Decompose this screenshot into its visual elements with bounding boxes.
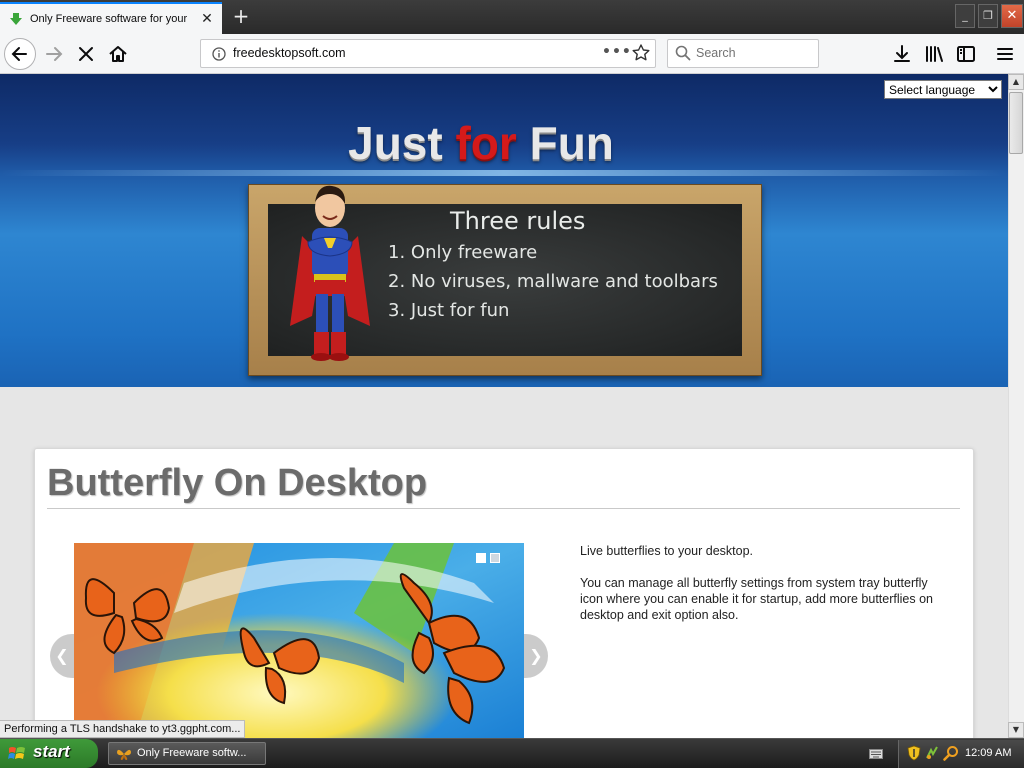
start-label[interactable]: start [33, 742, 70, 762]
stop-loading-icon[interactable] [74, 42, 98, 66]
slider-dot[interactable] [490, 553, 500, 563]
network-icon[interactable] [925, 745, 939, 761]
forward-arrow-icon[interactable] [42, 42, 66, 66]
status-text: Performing a TLS handshake to yt3.ggpht.… [0, 720, 246, 738]
browser-tab[interactable]: Only Freeware software for your PC ✕ [0, 2, 222, 34]
rules-title: Three rules [450, 207, 586, 235]
library-icon[interactable] [923, 43, 945, 65]
tray-search-icon[interactable] [943, 745, 959, 761]
post-description-intro: Live butterflies to your desktop. [580, 544, 754, 558]
hero-title-fun: Fun [516, 117, 614, 169]
back-button[interactable] [4, 38, 36, 70]
hero-title-for: for [455, 117, 517, 169]
search-input[interactable] [696, 44, 811, 62]
page-actions-icon[interactable]: ••• [602, 44, 631, 62]
butterfly-slider-image[interactable] [74, 543, 524, 738]
post-description-body: You can manage all butterfly settings fr… [580, 576, 933, 622]
new-tab-button[interactable]: + [230, 6, 252, 28]
window-restore-button[interactable]: ❐ [978, 4, 998, 28]
butterfly-app-icon [117, 749, 131, 760]
windows-logo-icon [8, 747, 25, 759]
title-divider [47, 508, 960, 509]
scroll-up-button[interactable]: ▲ [1008, 74, 1024, 90]
back-arrow-icon [11, 47, 27, 61]
download-arrow-favicon-icon [10, 13, 22, 25]
rule-item: 3. Just for fun [388, 300, 510, 321]
sidebar-toggle-icon[interactable] [955, 43, 977, 65]
rule-item: 1. Only freeware [388, 242, 538, 263]
vertical-scrollbar[interactable] [1008, 74, 1024, 738]
language-select[interactable]: Select language [884, 80, 1002, 99]
post-title[interactable]: Butterfly On Desktop [47, 462, 427, 505]
taskbar-window-label[interactable]: Only Freeware softw... [137, 747, 246, 759]
taskbar-clock[interactable]: 12:09 AM [965, 747, 1011, 759]
superhero-mascot-icon [290, 185, 370, 361]
page-content: Select language Just for Fun Three rules… [0, 74, 1008, 738]
site-info-icon[interactable] [212, 47, 226, 61]
home-icon[interactable] [106, 42, 130, 66]
hero-glow-line [0, 170, 1008, 176]
url-text[interactable]: freedesktopsoft.com [233, 46, 346, 60]
search-icon [675, 45, 691, 61]
hamburger-menu-icon[interactable] [994, 43, 1016, 65]
rule-item: 2. No viruses, mallware and toolbars [388, 271, 718, 292]
hero-title: Just for Fun [0, 116, 962, 170]
tab-title: Only Freeware software for your PC [30, 13, 190, 25]
downloads-icon[interactable] [891, 43, 913, 65]
tab-close-icon[interactable]: ✕ [198, 10, 216, 28]
hero-title-just: Just [348, 117, 456, 169]
keyboard-layout-icon[interactable] [869, 748, 883, 760]
slider-dot-active[interactable] [476, 553, 486, 563]
window-minimize-button[interactable]: _ [955, 4, 975, 28]
scroll-thumb[interactable] [1009, 92, 1023, 154]
bookmark-star-icon[interactable] [631, 43, 651, 63]
window-close-button[interactable]: ✕ [1001, 4, 1023, 28]
security-shield-icon[interactable] [907, 745, 921, 761]
scroll-down-button[interactable]: ▼ [1008, 722, 1024, 738]
